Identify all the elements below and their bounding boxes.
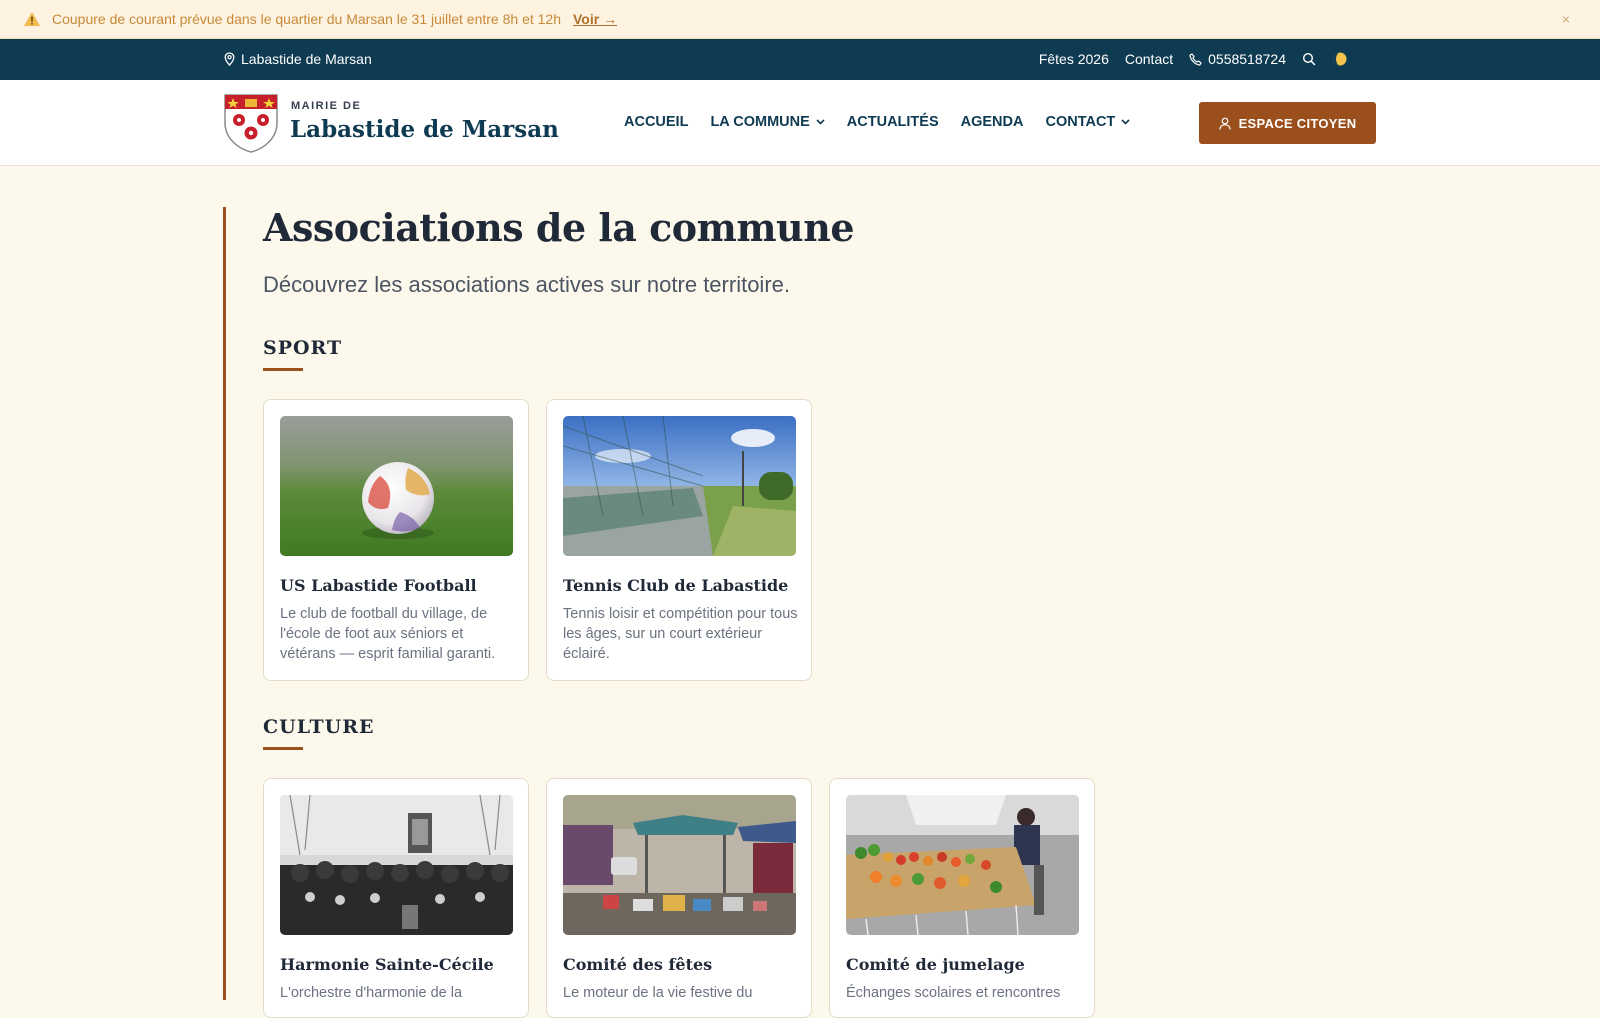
coat-of-arms-logo[interactable] [223, 93, 279, 153]
association-name: Comité des fêtes [563, 955, 713, 974]
association-description: Le club de football du village, de l'éco… [280, 606, 496, 662]
content-accent-rule [223, 207, 226, 1000]
nav-item-agenda[interactable]: AGENDA [961, 114, 1024, 130]
warning-icon [24, 12, 40, 26]
nav-item-actualites[interactable]: ACTUALITÉS [847, 114, 939, 130]
association-image-tennis [563, 416, 796, 556]
association-name: Harmonie Sainte-Cécile [280, 955, 494, 974]
espace-citoyen-label: ESPACE CITOYEN [1238, 115, 1357, 131]
top-bar: Labastide de Marsan Fêtes 2026 Contact 0… [0, 39, 1600, 80]
section-underline [263, 747, 303, 750]
association-card[interactable]: Comité des fêtes Le moteur de la vie fes… [546, 778, 812, 1018]
association-image-football [280, 416, 513, 556]
section-title-culture: CULTURE [263, 716, 375, 738]
brand-name[interactable]: Labastide de Marsan [290, 116, 559, 143]
association-name: Comité de jumelage [846, 955, 1025, 974]
association-image-harmonie [280, 795, 513, 935]
association-card[interactable]: Comité de jumelage Échanges scolaires et… [829, 778, 1095, 1018]
phone-number: 0558518724 [1208, 51, 1286, 67]
topbar-phone[interactable]: 0558518724 [1189, 51, 1286, 67]
association-card[interactable]: US Labastide Football Le club de footbal… [263, 399, 529, 681]
location-pin-icon [224, 52, 235, 66]
association-description: Tennis loisir et compétition pour tous l… [563, 606, 798, 662]
association-card[interactable]: Tennis Club de Labastide Tennis loisir e… [546, 399, 812, 681]
section-underline [263, 368, 303, 371]
location-label: Labastide de Marsan [241, 51, 372, 67]
theme-toggle-icon[interactable] [1332, 51, 1348, 67]
user-icon [1218, 117, 1231, 130]
nav-item-contact[interactable]: CONTACT [1045, 114, 1130, 130]
association-description: Le moteur de la vie festive du [563, 985, 753, 1001]
association-name: Tennis Club de Labastide [563, 576, 789, 595]
page-subtitle: Découvrez les associations actives sur n… [263, 272, 790, 297]
alert-link[interactable]: Voir → [573, 11, 617, 27]
section-title-sport: SPORT [263, 337, 343, 359]
association-image-comite-fetes [563, 795, 796, 935]
association-image-jumelage [846, 795, 1079, 935]
chevron-down-icon [1121, 119, 1130, 125]
topbar-link-fetes[interactable]: Fêtes 2026 [1039, 51, 1109, 67]
association-name: US Labastide Football [280, 576, 477, 595]
alert-banner: Coupure de courant prévue dans le quarti… [0, 0, 1600, 39]
association-card[interactable]: Harmonie Sainte-Cécile L'orchestre d'har… [263, 778, 529, 1018]
espace-citoyen-button[interactable]: ESPACE CITOYEN [1199, 102, 1376, 144]
main-nav: ACCUEIL LA COMMUNE ACTUALITÉS AGENDA CON… [624, 114, 1130, 130]
association-description: L'orchestre d'harmonie de la [280, 985, 463, 1001]
close-icon[interactable]: × [1562, 11, 1570, 27]
association-description: Échanges scolaires et rencontres [846, 985, 1061, 1001]
page-title: Associations de la commune [263, 205, 855, 250]
chevron-down-icon [816, 119, 825, 125]
site-header: MAIRIE DE Labastide de Marsan ACCUEIL LA… [0, 80, 1600, 166]
topbar-link-contact[interactable]: Contact [1125, 51, 1173, 67]
search-icon[interactable] [1302, 52, 1316, 66]
alert-message: Coupure de courant prévue dans le quarti… [52, 11, 561, 27]
nav-item-accueil[interactable]: ACCUEIL [624, 114, 688, 130]
nav-item-la-commune[interactable]: LA COMMUNE [710, 114, 825, 130]
brand-supertitle: MAIRIE DE [291, 100, 362, 112]
phone-icon [1189, 52, 1202, 66]
location: Labastide de Marsan [224, 51, 372, 67]
